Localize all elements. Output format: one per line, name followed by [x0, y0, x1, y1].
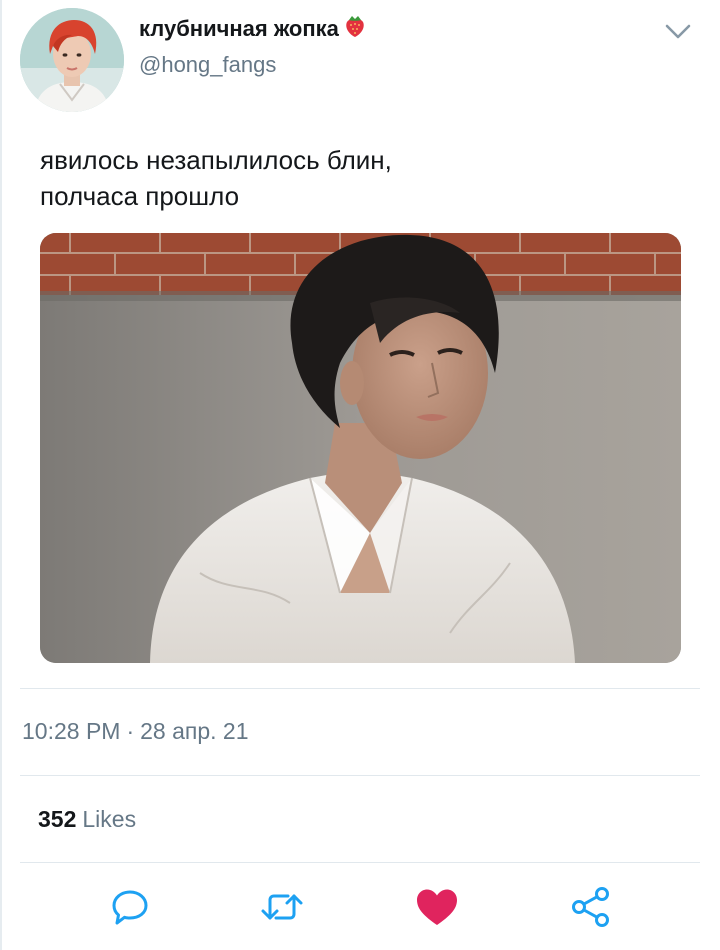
likes-stat[interactable]: 352 Likes	[38, 806, 136, 833]
like-button[interactable]	[412, 882, 462, 932]
timestamp-separator: ·	[126, 718, 135, 744]
tweet-text: явилось незапылилось блин, полчаса прошл…	[40, 142, 680, 214]
likes-count: 352	[38, 806, 77, 832]
tweet-date[interactable]: 28 апр. 21	[140, 718, 248, 745]
tweet-text-line: явилось незапылилось блин,	[40, 145, 392, 175]
more-options-button[interactable]	[662, 18, 694, 46]
tweet-timestamp[interactable]: 10:28 PM · 28 апр. 21	[22, 718, 249, 745]
retweet-arrows-icon	[261, 894, 303, 920]
author-display-name[interactable]: клубничная жопка	[139, 16, 339, 42]
share-button[interactable]	[566, 882, 616, 932]
profile-avatar-image	[20, 8, 124, 112]
left-border	[0, 0, 2, 950]
divider	[20, 688, 700, 689]
tweet-time[interactable]: 10:28 PM	[22, 718, 120, 745]
share-nodes-icon	[572, 887, 609, 927]
heart-icon	[417, 889, 457, 925]
speech-bubble-icon	[112, 890, 148, 925]
tweet-text-line: полчаса прошло	[40, 181, 240, 211]
tweet-detail: клубничная жопка @hong_fangs явилось нез…	[0, 0, 720, 950]
divider	[20, 862, 700, 863]
action-bar	[0, 882, 720, 942]
retweet-button[interactable]	[257, 882, 307, 932]
strawberry-icon	[342, 13, 368, 45]
author-display-name-row[interactable]: клубничная жопка	[139, 13, 368, 45]
chevron-down-icon	[665, 24, 691, 39]
author-handle[interactable]: @hong_fangs	[139, 52, 276, 78]
divider	[20, 775, 700, 776]
likes-label: Likes	[82, 806, 137, 832]
reply-button[interactable]	[105, 882, 155, 932]
photo-image	[40, 233, 681, 663]
tweet-photo[interactable]	[40, 233, 681, 663]
avatar[interactable]	[20, 8, 124, 112]
